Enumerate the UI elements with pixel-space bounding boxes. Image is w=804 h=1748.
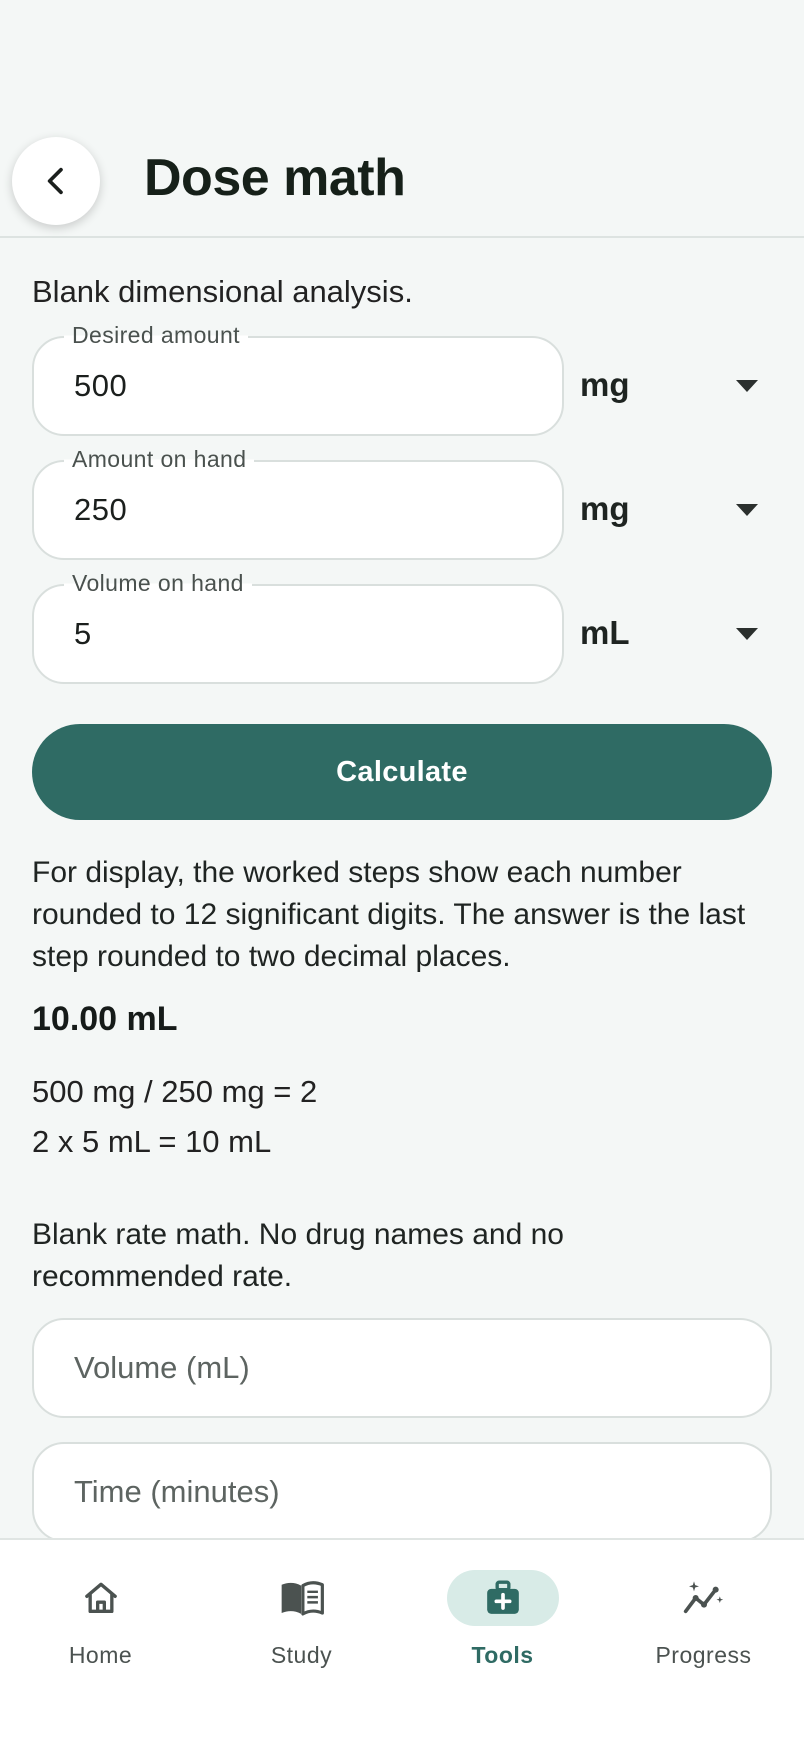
progress-chart-icon (683, 1581, 723, 1614)
desired-amount-unit-dropdown[interactable]: mg (580, 336, 772, 436)
home-icon (84, 1582, 117, 1613)
dose-intro-text: Blank dimensional analysis. (32, 274, 413, 309)
volume-on-hand-field[interactable]: Volume on hand 5 (32, 570, 564, 684)
nav-label-home: Home (68, 1642, 133, 1668)
book-icon (281, 1581, 324, 1616)
calculate-button[interactable]: Calculate (32, 724, 772, 820)
nav-label-progress: Progress (655, 1642, 752, 1668)
volume-on-hand-row: Volume on hand 5 mL (32, 570, 772, 684)
nav-label-tools: Tools (471, 1642, 534, 1668)
time-minutes-placeholder: Time (minutes) (74, 1474, 280, 1509)
volume-ml-placeholder: Volume (mL) (74, 1350, 250, 1385)
nav-item-progress[interactable]: Progress (603, 1560, 804, 1680)
amount-on-hand-field[interactable]: Amount on hand 250 (32, 446, 564, 560)
bottom-navigation: Home Study Tools Progress (0, 1538, 804, 1748)
volume-on-hand-unit-dropdown[interactable]: mL (580, 584, 772, 684)
amount-on-hand-label: Amount on hand (64, 446, 255, 473)
desired-amount-row: Desired amount 500 mg (32, 322, 772, 436)
dose-math-screen: Dose math Blank dimensional analysis. De… (0, 0, 804, 1748)
dropdown-arrow-icon (736, 380, 758, 392)
rounding-note: For display, the worked steps show each … (32, 856, 746, 973)
amount-on-hand-value: 250 (74, 492, 128, 527)
desired-amount-label: Desired amount (64, 322, 248, 349)
nav-item-study[interactable]: Study (201, 1560, 402, 1680)
amount-on-hand-unit-dropdown[interactable]: mg (580, 460, 772, 560)
volume-ml-input[interactable]: Volume (mL) (32, 1318, 772, 1418)
medical-kit-icon (486, 1580, 519, 1614)
back-button[interactable] (12, 137, 100, 225)
page-title: Dose math (144, 149, 406, 207)
amount-on-hand-unit: mg (580, 490, 630, 527)
volume-on-hand-label: Volume on hand (64, 570, 252, 597)
amount-on-hand-row: Amount on hand 250 mg (32, 446, 772, 560)
dose-answer: 10.00 mL (32, 1000, 178, 1038)
desired-amount-unit: mg (580, 366, 630, 403)
time-minutes-input[interactable]: Time (minutes) (32, 1442, 772, 1538)
nav-item-tools[interactable]: Tools (402, 1560, 603, 1680)
dropdown-arrow-icon (736, 628, 758, 640)
dropdown-arrow-icon (736, 504, 758, 516)
app-header: Dose math (0, 0, 804, 238)
rate-intro-text: Blank rate math. No drug names and no re… (32, 1218, 564, 1293)
chevron-left-icon (47, 167, 63, 195)
content-area[interactable]: Blank dimensional analysis. Desired amou… (0, 238, 804, 1538)
nav-item-home[interactable]: Home (0, 1560, 201, 1680)
nav-label-study: Study (270, 1642, 333, 1668)
desired-amount-value: 500 (74, 368, 128, 403)
worked-step: 500 mg / 250 mg = 2 (32, 1074, 318, 1109)
worked-step: 2 x 5 mL = 10 mL (32, 1124, 272, 1159)
volume-on-hand-value: 5 (74, 616, 92, 651)
volume-on-hand-unit: mL (580, 614, 630, 651)
desired-amount-field[interactable]: Desired amount 500 (32, 322, 564, 436)
